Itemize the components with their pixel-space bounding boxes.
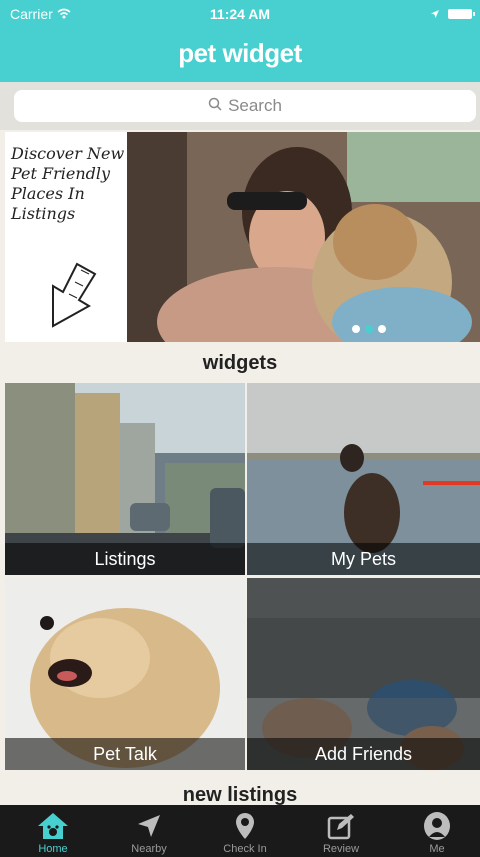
tab-review[interactable]: Review — [293, 805, 389, 857]
featured-banner[interactable]: Discover New Pet Friendly Places In List… — [0, 132, 480, 342]
carousel-dots[interactable] — [352, 325, 386, 333]
carousel-dot[interactable] — [352, 325, 360, 333]
tab-label: Nearby — [131, 843, 167, 855]
battery-icon — [448, 9, 475, 19]
widget-pet-talk[interactable]: Pet Talk — [5, 578, 245, 770]
location-services-icon — [430, 6, 440, 22]
search-container: Search — [0, 82, 480, 130]
search-icon — [208, 96, 222, 116]
section-title-widgets: widgets — [202, 352, 278, 374]
search-placeholder: Search — [228, 96, 282, 115]
tab-check-in[interactable]: Check In — [197, 805, 293, 857]
tab-nearby[interactable]: Nearby — [101, 805, 197, 857]
tab-me[interactable]: Me — [389, 805, 480, 857]
section-title-new-listings: new listings — [182, 784, 298, 806]
arrow-down-icon — [52, 262, 97, 328]
widget-add-friends[interactable]: Add Friends — [247, 578, 480, 770]
widget-listings[interactable]: Listings — [5, 383, 245, 575]
tab-home[interactable]: Home — [5, 805, 101, 857]
app-title: pet widget — [178, 38, 302, 68]
carousel-dot[interactable] — [378, 325, 386, 333]
edit-icon — [327, 809, 355, 843]
widget-label: Add Friends — [247, 738, 480, 770]
widget-label: My Pets — [247, 543, 480, 575]
tab-label: Check In — [223, 843, 267, 855]
widget-label: Pet Talk — [5, 738, 245, 770]
banner-promo: Discover New Pet Friendly Places In List… — [5, 132, 127, 342]
widget-my-pets[interactable]: My Pets — [247, 383, 480, 575]
search-input[interactable]: Search — [14, 90, 476, 122]
banner-text: Discover New Pet Friendly Places In List… — [11, 144, 125, 223]
status-time: 11:24 AM — [209, 6, 271, 22]
tab-label: Me — [429, 843, 445, 855]
tab-bar: Home Nearby Check In Review Me — [0, 805, 480, 857]
carousel-dot-active[interactable] — [365, 325, 373, 333]
profile-icon — [423, 809, 451, 843]
app-header: pet widget — [0, 30, 480, 82]
location-arrow-icon — [136, 809, 162, 843]
widget-label: Listings — [5, 543, 245, 575]
tab-label: Home — [38, 843, 68, 855]
status-bar: Carrier 11:24 AM — [0, 0, 480, 30]
tab-label: Review — [322, 843, 360, 855]
map-pin-icon — [234, 809, 256, 843]
home-icon — [36, 809, 70, 843]
banner-photo — [127, 132, 480, 342]
